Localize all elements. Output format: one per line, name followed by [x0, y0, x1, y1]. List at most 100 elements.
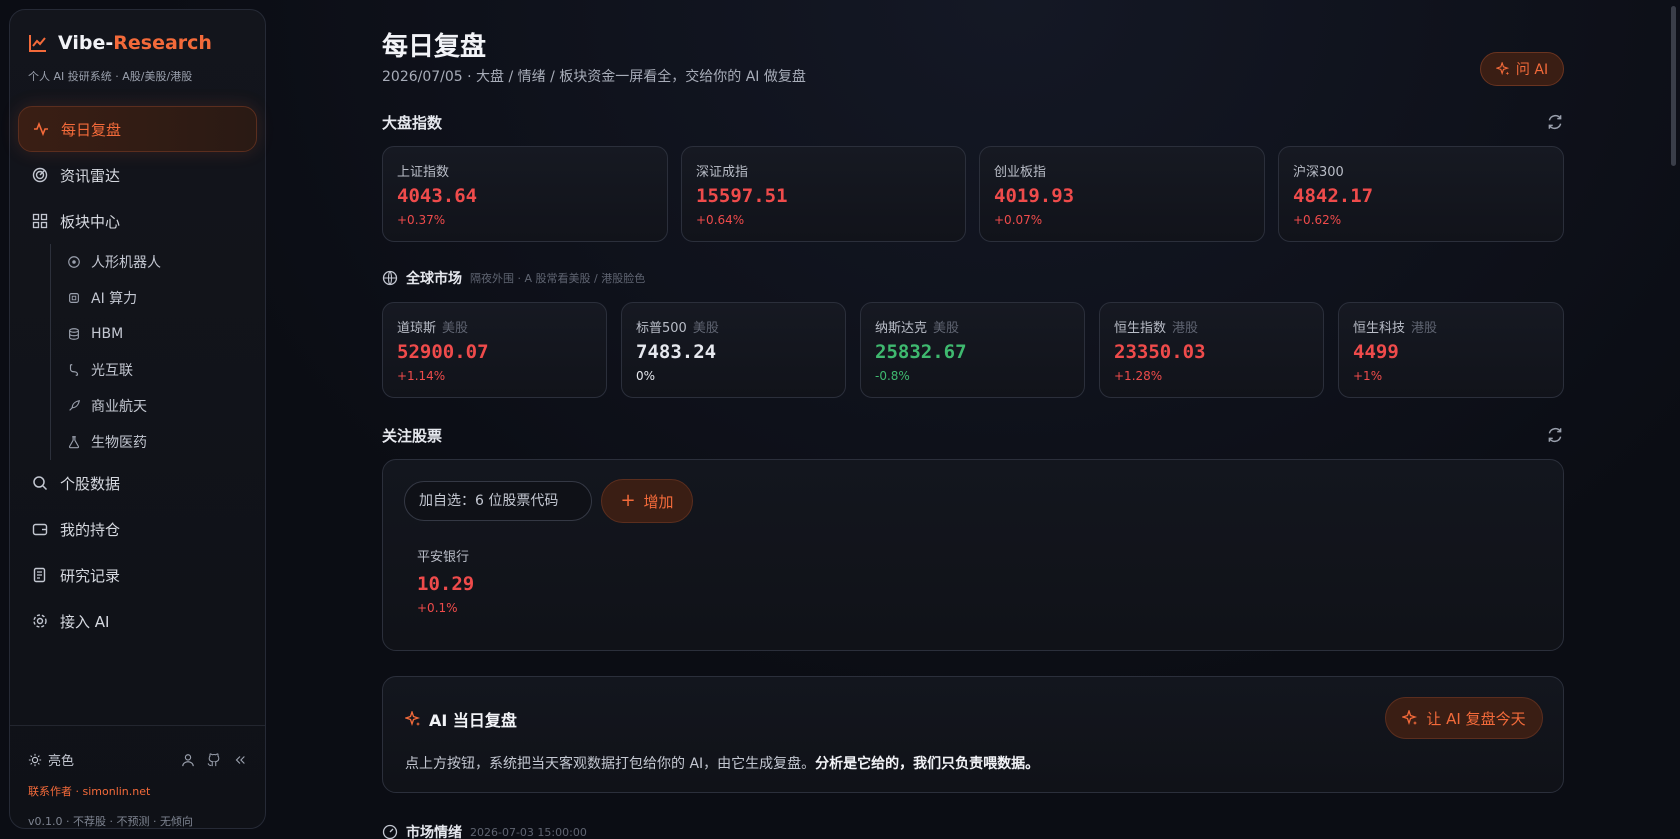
indices-section-title: 大盘指数: [382, 114, 443, 132]
user-icon[interactable]: [181, 753, 195, 767]
ai-review-button-label: 让 AI 复盘今天: [1426, 709, 1526, 728]
index-value: 4043.64: [397, 185, 478, 207]
market-tag: 港股: [1411, 321, 1438, 336]
market-tag: 美股: [933, 321, 960, 336]
gear-icon: [33, 614, 47, 628]
sub-item-biomedicine[interactable]: 生物医药: [67, 424, 257, 460]
index-card-csi300[interactable]: 沪深300 4842.17 +0.62%: [1278, 146, 1564, 242]
flask-icon: [68, 436, 80, 449]
brand-name: Vibe-Research: [58, 32, 212, 54]
sentiment-section-title: 市场情绪 2026-07-03 15:00:00: [382, 822, 587, 839]
nav-label: 我的持仓: [60, 520, 121, 539]
nav-item-news-radar[interactable]: 资讯雷达: [18, 152, 257, 198]
global-card-sp500[interactable]: 标普500 美股 7483.24 0%: [621, 302, 846, 398]
nav-item-sector-center[interactable]: 板块中心: [18, 198, 257, 244]
index-value: 23350.03: [1114, 341, 1206, 363]
nav-label: 个股数据: [60, 474, 121, 493]
index-change: +1.28%: [1114, 369, 1163, 383]
sub-item-commercial-space[interactable]: 商业航天: [67, 388, 257, 424]
watchlist-panel: 加自选：6 位股票代码 + 增加 平安银行 10.29 +0.1%: [382, 459, 1564, 651]
watchlist-stock-item[interactable]: 平安银行 10.29 +0.1%: [417, 546, 474, 615]
watchlist-section-title: 关注股票: [382, 427, 443, 445]
stock-change: +0.1%: [417, 601, 458, 615]
ai-review-today-button[interactable]: 让 AI 复盘今天: [1385, 697, 1543, 739]
sub-item-ai-compute[interactable]: AI 算力: [67, 280, 257, 316]
github-icon[interactable]: [207, 752, 221, 767]
ai-review-title: AI 当日复盘: [405, 707, 517, 731]
index-name: 深证成指: [696, 165, 749, 180]
nav-item-stock-data[interactable]: 个股数据: [18, 460, 257, 506]
ask-ai-button[interactable]: 问 AI: [1480, 52, 1564, 86]
brand[interactable]: Vibe-Research: [28, 32, 212, 54]
notebook-icon: [33, 567, 46, 583]
global-card-hstech[interactable]: 恒生科技 港股 4499 +1%: [1338, 302, 1564, 398]
index-value: 7483.24: [636, 341, 717, 363]
refresh-icon[interactable]: [1546, 113, 1564, 131]
sentiment-title-text: 市场情绪: [406, 825, 462, 839]
index-change: +0.37%: [397, 213, 446, 227]
contact-link[interactable]: 联系作者 · simonlin.net: [28, 783, 247, 799]
ai-review-description: 点上方按钮，系统把当天客观数据打包给你的 AI，由它生成复盘。分析是它给的，我们…: [405, 756, 1040, 772]
index-change: +1%: [1353, 369, 1383, 383]
nav-item-my-holdings[interactable]: 我的持仓: [18, 506, 257, 552]
sidebar-footer: 亮色 联系作者 · simonlin.net v0.1.0 · 不荐股 · 不预…: [28, 750, 247, 829]
index-name: 上证指数: [397, 165, 450, 180]
gauge-icon: [382, 824, 398, 839]
sparkle-icon: [405, 711, 421, 727]
refresh-icon[interactable]: [1546, 426, 1564, 444]
index-value: 15597.51: [696, 185, 788, 207]
market-tag: 美股: [692, 321, 719, 336]
nav-label: 研究记录: [60, 566, 121, 585]
sub-item-label: HBM: [91, 326, 124, 342]
sub-item-label: 商业航天: [91, 399, 147, 415]
index-value: 4019.93: [994, 185, 1075, 207]
activity-icon: [34, 121, 48, 137]
cable-icon: [69, 364, 79, 376]
index-card-shenzhen[interactable]: 深证成指 15597.51 +0.64%: [681, 146, 966, 242]
main-nav: 每日复盘 资讯雷达 板块中心 人形机器人 AI 算力 HBM 光互联 商业航天 …: [18, 106, 257, 644]
nav-item-connect-ai[interactable]: 接入 AI: [18, 598, 257, 644]
sidebar-divider: [10, 725, 265, 726]
app-window: Vibe-Research 个人 AI 投研系统 · A股/美股/港股 每日复盘…: [0, 0, 1680, 839]
globe-icon: [382, 270, 398, 286]
global-section-title: 全球市场 隔夜外围 · A 股常看美股 / 港股脸色: [382, 268, 645, 288]
index-change: +1.14%: [397, 369, 446, 383]
stock-code-input[interactable]: 加自选：6 位股票代码: [404, 481, 592, 521]
nav-label: 资讯雷达: [60, 166, 121, 185]
index-name: 道琼斯: [397, 321, 437, 336]
index-value: 4842.17: [1293, 185, 1374, 207]
theme-label: 亮色: [48, 754, 75, 769]
sub-item-humanoid-robot[interactable]: 人形机器人: [67, 244, 257, 280]
index-name: 标普500: [636, 321, 687, 336]
sub-item-label: 光互联: [91, 363, 133, 379]
ask-ai-label: 问 AI: [1515, 62, 1549, 78]
wallet-icon: [32, 523, 48, 536]
sub-item-label: 生物医药: [91, 435, 147, 451]
theme-toggle[interactable]: 亮色: [28, 750, 74, 769]
global-card-hangseng[interactable]: 恒生指数 港股 23350.03 +1.28%: [1099, 302, 1324, 398]
nav-item-research-notes[interactable]: 研究记录: [18, 552, 257, 598]
index-name: 创业板指: [994, 165, 1047, 180]
collapse-icon[interactable]: [233, 753, 247, 767]
add-label: 增加: [643, 492, 674, 511]
sparkle-icon: [1402, 710, 1418, 726]
global-card-nasdaq[interactable]: 纳斯达克 美股 25832.67 -0.8%: [860, 302, 1085, 398]
page-scrollbar[interactable]: [1671, 6, 1676, 166]
sub-item-optical-interconnect[interactable]: 光互联: [67, 352, 257, 388]
index-name: 恒生指数: [1114, 321, 1167, 336]
version-text: v0.1.0 · 不荐股 · 不预测 · 无倾向: [28, 815, 193, 828]
index-name: 沪深300: [1293, 165, 1344, 180]
index-name: 恒生科技: [1353, 321, 1406, 336]
index-value: 25832.67: [875, 341, 967, 363]
chart-line-icon: [29, 35, 46, 52]
global-card-dow[interactable]: 道琼斯 美股 52900.07 +1.14%: [382, 302, 607, 398]
nav-label: 每日复盘: [61, 120, 122, 139]
index-change: +0.07%: [994, 213, 1043, 227]
nav-item-daily-review[interactable]: 每日复盘: [18, 106, 257, 152]
sub-item-label: 人形机器人: [91, 255, 161, 271]
index-card-shanghai[interactable]: 上证指数 4043.64 +0.37%: [382, 146, 668, 242]
chip-icon: [69, 293, 79, 303]
index-card-chinext[interactable]: 创业板指 4019.93 +0.07%: [979, 146, 1265, 242]
sub-item-hbm[interactable]: HBM: [67, 316, 257, 352]
add-stock-button[interactable]: + 增加: [601, 479, 693, 523]
